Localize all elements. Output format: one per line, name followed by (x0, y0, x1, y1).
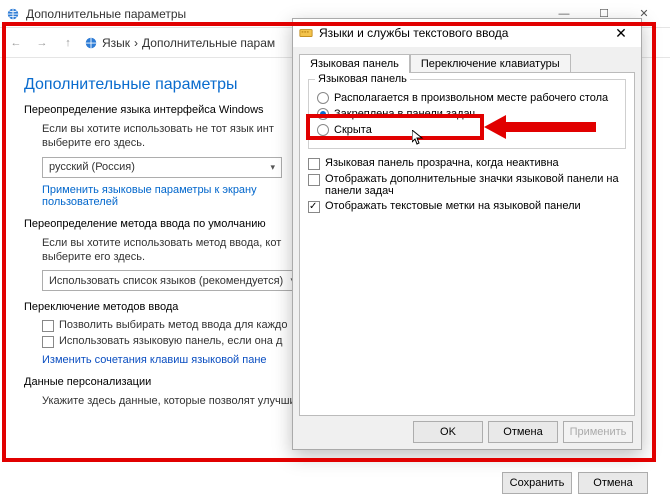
dialog-footer: OK Отмена Применить (301, 415, 633, 443)
apply-button[interactable]: Применить (563, 421, 633, 443)
chk-extra-icons-label: Отображать дополнительные значки языково… (325, 173, 626, 197)
tab-language-bar[interactable]: Языковая панель (299, 54, 410, 73)
checkbox-icon (42, 320, 54, 332)
chk-text-labels-label: Отображать текстовые метки на языковой п… (325, 200, 581, 212)
breadcrumb-current: Дополнительные парам (142, 36, 275, 50)
chk-text-labels-row[interactable]: Отображать текстовые метки на языковой п… (308, 200, 626, 213)
globe-icon (6, 7, 20, 21)
language-combo-value: русский (Россия) (49, 161, 135, 173)
breadcrumb-sep: › (134, 36, 138, 50)
radio-floating-row[interactable]: Располагается в произвольном месте рабоч… (317, 92, 617, 104)
dialog-titlebar: Языки и службы текстового ввода ✕ (293, 19, 641, 47)
cursor-icon (412, 130, 424, 146)
tab-panel: Языковая панель Располагается в произвол… (299, 72, 635, 416)
main-footer: Сохранить Отмена (502, 472, 648, 494)
dialog-cancel-button[interactable]: Отмена (488, 421, 558, 443)
radio-floating-label: Располагается в произвольном месте рабоч… (334, 92, 608, 104)
forward-button[interactable]: → (32, 33, 52, 53)
input-method-combo[interactable]: Использовать список языков (рекомендуетс… (42, 270, 302, 291)
breadcrumb[interactable]: Язык › Дополнительные парам (84, 36, 275, 50)
chk-transparent-label: Языковая панель прозрачна, когда неактив… (325, 157, 559, 169)
checkbox-checked-icon (308, 201, 320, 213)
radio-icon (317, 124, 329, 136)
radio-selected-icon (317, 108, 329, 120)
radio-docked-row[interactable]: Закреплена в панели задач (317, 108, 617, 120)
dialog-close-button[interactable]: ✕ (607, 25, 635, 42)
back-button[interactable]: ← (6, 33, 26, 53)
radio-docked-label: Закреплена в панели задач (334, 108, 475, 120)
dialog-tabs: Языковая панель Переключение клавиатуры (293, 47, 641, 72)
checkbox-icon (308, 158, 320, 170)
checkbox-icon (42, 336, 54, 348)
chk-extra-icons-row[interactable]: Отображать дополнительные значки языково… (308, 173, 626, 197)
ok-button[interactable]: OK (413, 421, 483, 443)
switch-chk1-label: Позволить выбирать метод ввода для каждо (59, 319, 287, 331)
radio-hidden-row[interactable]: Скрыта (317, 124, 617, 136)
switch-chk2-label: Использовать языковую панель, если она д (59, 335, 282, 347)
up-button[interactable]: ↑ (58, 33, 78, 53)
cancel-button[interactable]: Отмена (578, 472, 648, 494)
dialog-title: Языки и службы текстового ввода (319, 26, 607, 40)
keyboard-icon (299, 26, 313, 40)
radio-hidden-label: Скрыта (334, 124, 372, 136)
group-legend: Языковая панель (315, 73, 410, 85)
input-method-combo-value: Использовать список языков (рекомендуетс… (49, 275, 283, 287)
chevron-down-icon: ▾ (270, 162, 275, 173)
save-button[interactable]: Сохранить (502, 472, 572, 494)
language-services-dialog: Языки и службы текстового ввода ✕ Языков… (292, 18, 642, 450)
language-combo[interactable]: русский (Россия) ▾ (42, 157, 282, 178)
tab-keyboard-switching[interactable]: Переключение клавиатуры (410, 54, 571, 73)
checkbox-icon (308, 174, 320, 186)
language-bar-group: Языковая панель Располагается в произвол… (308, 79, 626, 149)
globe-icon (84, 36, 98, 50)
radio-icon (317, 92, 329, 104)
breadcrumb-root: Язык (102, 36, 130, 50)
chk-transparent-row[interactable]: Языковая панель прозрачна, когда неактив… (308, 157, 626, 170)
